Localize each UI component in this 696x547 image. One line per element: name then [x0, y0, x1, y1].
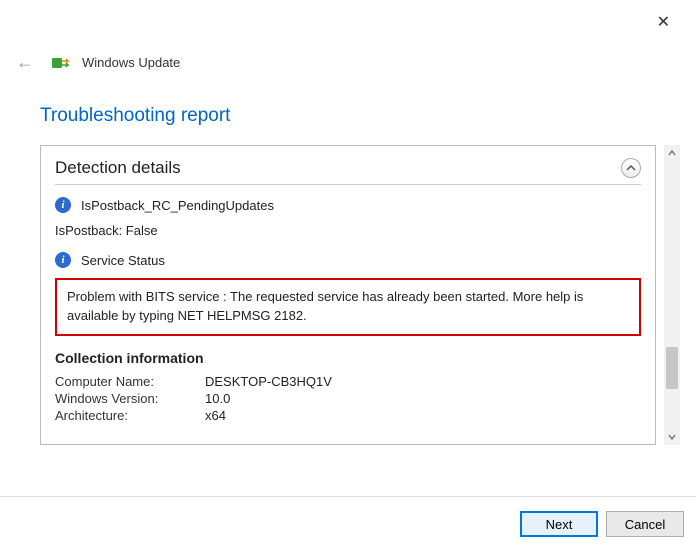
detection-item-label: Service Status — [81, 253, 165, 268]
collection-row: Windows Version: 10.0 — [55, 391, 641, 406]
problem-highlight: Problem with BITS service : The requeste… — [55, 278, 641, 336]
detection-section-title: Detection details — [55, 158, 181, 178]
collection-row: Computer Name: DESKTOP-CB3HQ1V — [55, 374, 641, 389]
scroll-thumb[interactable] — [666, 347, 678, 389]
scrollbar[interactable] — [664, 145, 680, 445]
windows-update-icon — [52, 56, 70, 70]
back-arrow-icon[interactable]: ← — [10, 48, 40, 77]
header: ← Windows Update — [0, 0, 696, 77]
info-icon: i — [55, 252, 71, 268]
detection-item: i IsPostback_RC_PendingUpdates — [55, 197, 641, 213]
next-button[interactable]: Next — [520, 511, 598, 537]
detection-item-label: IsPostback_RC_PendingUpdates — [81, 198, 274, 213]
collection-title: Collection information — [55, 350, 641, 366]
collection-val: x64 — [205, 408, 226, 423]
collection-key: Computer Name: — [55, 374, 205, 389]
scroll-track[interactable] — [664, 161, 680, 429]
header-title: Windows Update — [82, 55, 180, 70]
detection-panel: Detection details i IsPostback_RC_Pendin… — [40, 145, 656, 445]
footer-separator — [0, 496, 696, 497]
collection-key: Architecture: — [55, 408, 205, 423]
info-icon: i — [55, 197, 71, 213]
page-title: Troubleshooting report — [0, 77, 696, 145]
scroll-down-icon[interactable] — [664, 429, 680, 445]
scroll-up-icon[interactable] — [664, 145, 680, 161]
detection-item-sub: IsPostback: False — [55, 223, 641, 238]
collection-key: Windows Version: — [55, 391, 205, 406]
cancel-button[interactable]: Cancel — [606, 511, 684, 537]
collection-row: Architecture: x64 — [55, 408, 641, 423]
footer: Next Cancel — [520, 511, 684, 537]
collapse-toggle-icon[interactable] — [621, 158, 641, 178]
collection-val: DESKTOP-CB3HQ1V — [205, 374, 332, 389]
close-icon[interactable]: ✕ — [649, 8, 678, 36]
problem-text: Problem with BITS service : The requeste… — [67, 289, 583, 323]
detection-item: i Service Status — [55, 252, 641, 268]
collection-val: 10.0 — [205, 391, 230, 406]
